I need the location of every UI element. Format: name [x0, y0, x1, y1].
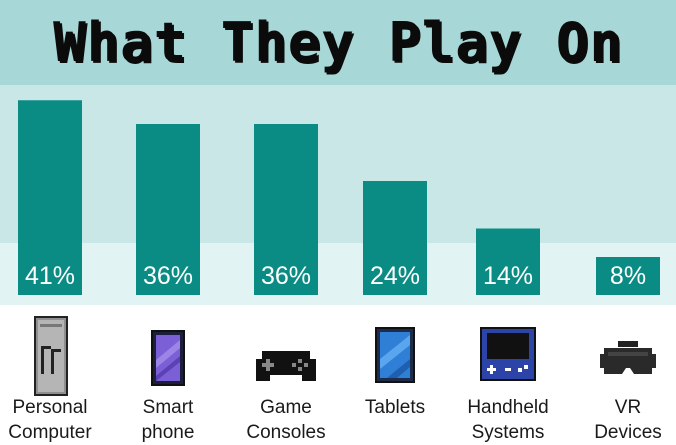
category-label-line: Computer [8, 422, 92, 443]
value-label-5: 8% [610, 262, 646, 290]
category-label-line: Consoles [246, 422, 326, 443]
category-label-3: Tablets [340, 395, 450, 420]
category-label-line: Systems [471, 422, 545, 443]
infographic: What They Play On 41% 36% 36% 24% 14% 8% Pers… [0, 0, 676, 445]
handheld-console-icon [480, 327, 536, 386]
vr-headset-icon [600, 340, 656, 387]
category-label-line: Smart [142, 397, 194, 418]
category-label-line: Game [260, 397, 312, 418]
smartphone-icon [151, 330, 185, 391]
category-label-5: VR Devices [573, 395, 676, 445]
tablet-icon [375, 327, 415, 388]
category-label-line: Tablets [364, 397, 426, 418]
category-label-line: Handheld [467, 397, 549, 418]
category-label-0: Personal Computer [0, 395, 105, 445]
value-label-2: 36% [261, 262, 311, 290]
category-label-2: Game Consoles [231, 395, 341, 445]
value-label-3: 24% [370, 262, 420, 290]
computer-tower-icon [34, 316, 68, 401]
category-label-line: VR [614, 397, 642, 418]
value-label-1: 36% [143, 262, 193, 290]
value-label-4: 14% [483, 262, 533, 290]
value-label-0: 41% [25, 262, 75, 290]
gamepad-icon [254, 345, 318, 390]
category-label-line: Devices [594, 422, 662, 443]
category-label-1: Smart phone [113, 395, 223, 445]
category-label-4: Handheld Systems [453, 395, 563, 445]
category-label-line: phone [141, 422, 195, 443]
bar-chart: 41% 36% 36% 24% 14% 8% [18, 100, 660, 295]
